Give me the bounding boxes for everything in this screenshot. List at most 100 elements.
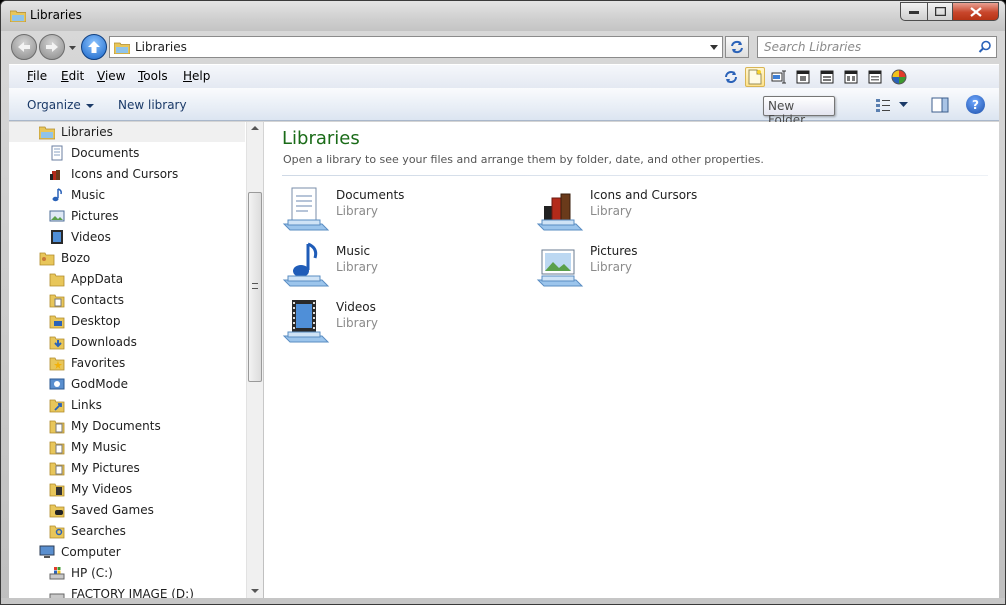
tree-item-videos[interactable]: Videos: [49, 227, 111, 247]
window-title: Libraries: [30, 8, 82, 22]
search-input[interactable]: [764, 39, 974, 55]
menu-edit[interactable]: Edit: [61, 69, 84, 83]
tree-item-contacts[interactable]: Contacts: [49, 290, 124, 310]
menu-view[interactable]: View: [97, 69, 125, 83]
chevron-down-icon: [899, 102, 908, 107]
libraries-folder-icon: [39, 126, 55, 140]
tree-item-computer[interactable]: Computer: [39, 542, 121, 562]
color-wheel-button[interactable]: [889, 67, 909, 87]
view-extra-large-button[interactable]: [793, 67, 813, 87]
caption-buttons: [900, 2, 999, 22]
tree-item-libraries[interactable]: Libraries: [9, 122, 245, 142]
forward-button[interactable]: [39, 34, 65, 60]
tree-item-desktop[interactable]: Desktop: [49, 311, 121, 331]
refresh-button[interactable]: [725, 36, 749, 58]
new-library-button[interactable]: New library: [118, 98, 187, 112]
scroll-down-icon[interactable]: [251, 589, 259, 593]
library-type: Library: [336, 260, 378, 274]
command-bar: Organize New library New Folder ?: [9, 88, 999, 127]
minimize-icon: [909, 10, 919, 14]
minimize-button[interactable]: [900, 2, 927, 21]
window-bottom-frame: [1, 598, 1005, 604]
maximize-button[interactable]: [927, 2, 953, 21]
search-icon[interactable]: [978, 40, 992, 54]
music-library-icon: [282, 242, 330, 287]
scroll-thumb[interactable]: [248, 192, 262, 382]
nav-pane-scrollbar[interactable]: [246, 122, 263, 598]
pictures-icon: [49, 210, 65, 222]
library-name: Icons and Cursors: [590, 188, 698, 202]
computer-icon: [39, 545, 55, 558]
address-path[interactable]: Libraries: [135, 40, 187, 54]
tree-item-music[interactable]: Music: [49, 185, 105, 205]
preview-pane-icon[interactable]: [931, 96, 949, 114]
documents-library-icon: [282, 187, 330, 231]
recent-pages-chevron-icon[interactable]: [68, 43, 77, 52]
organize-button[interactable]: Organize: [27, 98, 94, 112]
favorites-folder-icon: [49, 357, 65, 371]
view-medium-button[interactable]: [841, 67, 861, 87]
library-videos[interactable]: Videos Library: [282, 294, 522, 344]
library-music[interactable]: Music Library: [282, 238, 522, 288]
details-view-icon: [876, 99, 890, 112]
tree-item-favorites[interactable]: Favorites: [49, 353, 125, 373]
menu-file[interactable]: File: [27, 69, 47, 83]
address-dropdown-icon[interactable]: [709, 42, 719, 52]
library-pictures[interactable]: Pictures Library: [536, 238, 776, 288]
tree-item-searches[interactable]: Searches: [49, 521, 126, 541]
tree-item-documents[interactable]: Documents: [49, 143, 139, 163]
menu-tools[interactable]: Tools: [138, 69, 168, 83]
close-button[interactable]: [953, 2, 999, 21]
menu-help[interactable]: Help: [183, 69, 210, 83]
tree-item-drive-c[interactable]: HP (C:): [49, 563, 113, 583]
new-folder-toolbar-button[interactable]: [745, 67, 765, 87]
view-large-button[interactable]: [817, 67, 837, 87]
contacts-folder-icon: [49, 294, 65, 308]
tree-item-icons-and-cursors[interactable]: Icons and Cursors: [49, 164, 178, 184]
library-icons-and-cursors[interactable]: Icons and Cursors Library: [536, 182, 776, 232]
tree-item-my-videos[interactable]: My Videos: [49, 479, 132, 499]
tree-item-pictures[interactable]: Pictures: [49, 206, 119, 226]
page-title: Libraries: [282, 128, 360, 149]
back-button[interactable]: [11, 34, 37, 60]
window-icon: [820, 70, 834, 84]
change-view-button[interactable]: [875, 95, 913, 115]
explorer-window: Libraries Libraries Search Libraries Fil…: [0, 0, 1006, 605]
library-documents[interactable]: Documents Library: [282, 182, 522, 232]
title-bar[interactable]: Libraries: [1, 1, 1005, 31]
music-note-icon: [52, 188, 62, 202]
help-button[interactable]: ?: [966, 95, 985, 114]
window-icon: [844, 70, 858, 84]
search-box[interactable]: [757, 36, 997, 58]
books-icon: [50, 170, 60, 180]
library-name: Videos: [336, 300, 376, 314]
rename-icon: [771, 70, 786, 84]
tree-item-user[interactable]: Bozo: [39, 248, 90, 268]
tree-item-drive-d[interactable]: FACTORY IMAGE (D:): [49, 584, 194, 598]
searches-folder-icon: [49, 525, 65, 539]
navigation-pane: Libraries Documents Icons and Cursors Mu…: [9, 122, 263, 598]
tree-item-saved-games[interactable]: Saved Games: [49, 500, 154, 520]
tree-item-my-pictures[interactable]: My Pictures: [49, 458, 140, 478]
film-icon: [51, 230, 63, 244]
books-library-icon: [536, 193, 584, 231]
tree-item-appdata[interactable]: AppData: [49, 269, 123, 289]
pictures-library-icon: [536, 249, 584, 287]
libraries-folder-icon: [114, 42, 130, 54]
scroll-up-icon[interactable]: [251, 126, 259, 130]
tree-item-links[interactable]: Links: [49, 395, 102, 415]
library-type: Library: [336, 204, 378, 218]
tree-item-my-music[interactable]: My Music: [49, 437, 126, 457]
sync-button[interactable]: [721, 67, 741, 87]
tree-item-godmode[interactable]: GodMode: [49, 374, 128, 394]
up-button[interactable]: [81, 34, 107, 60]
page-subtitle: Open a library to see your files and arr…: [283, 153, 764, 166]
address-bar[interactable]: Libraries: [109, 36, 723, 58]
tree-item-downloads[interactable]: Downloads: [49, 332, 137, 352]
tree-item-my-documents[interactable]: My Documents: [49, 416, 161, 436]
view-small-button[interactable]: [865, 67, 885, 87]
library-name: Music: [336, 244, 371, 258]
rename-button[interactable]: [769, 67, 789, 87]
videos-library-icon: [282, 300, 330, 343]
navigation-row: Libraries: [1, 31, 1005, 63]
